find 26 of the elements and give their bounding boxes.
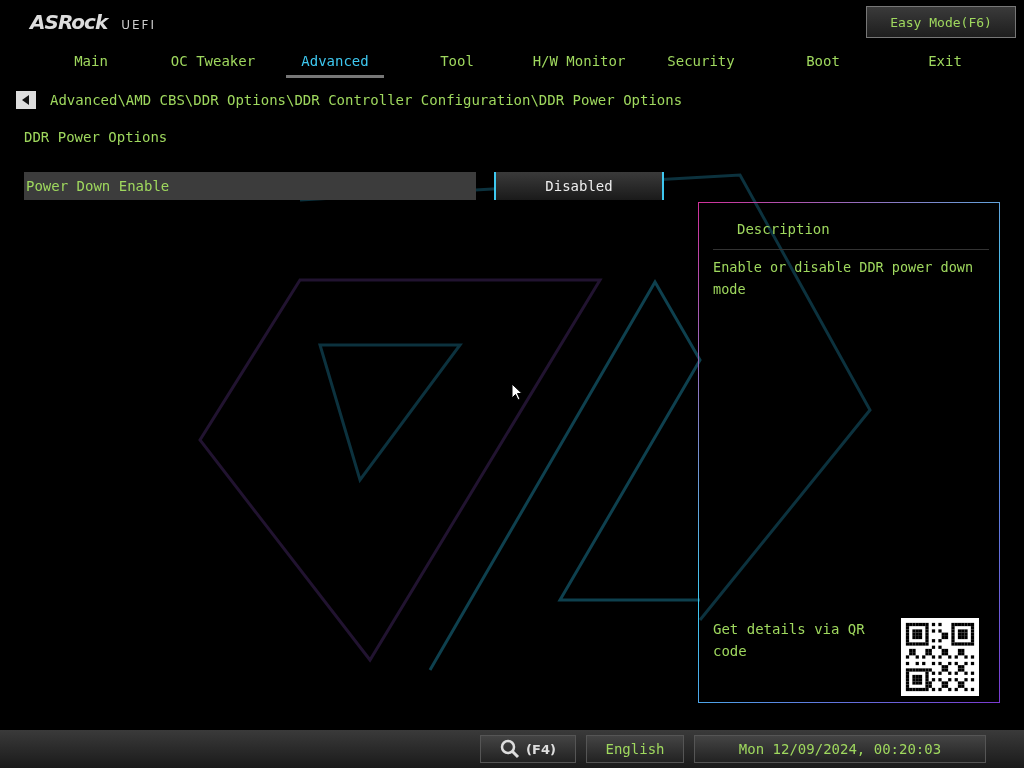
mouse-pointer-icon [511, 383, 523, 401]
product-label: UEFI [121, 18, 156, 32]
description-title: Description [713, 203, 989, 250]
menu-tab[interactable]: Security [652, 46, 750, 78]
search-button[interactable]: (F4) [480, 735, 576, 763]
back-button[interactable] [16, 91, 36, 109]
qr-code-icon [901, 618, 979, 696]
option-label[interactable]: Power Down Enable [24, 172, 476, 200]
search-icon [500, 739, 521, 759]
menu-tab[interactable]: Tool [408, 46, 506, 78]
back-arrow-icon [22, 95, 30, 105]
page-title: DDR Power Options [23, 128, 169, 147]
option-value-button[interactable]: Disabled [494, 172, 664, 200]
menu-tab[interactable]: Exit [896, 46, 994, 78]
brand-logo: ASRock [30, 10, 108, 34]
qr-hint-text: Get details via QR code [713, 620, 866, 661]
menu-tab[interactable]: Main [42, 46, 140, 78]
date-time-display: Mon 12/09/2024, 00:20:03 [694, 735, 986, 763]
menu-tab[interactable]: Boot [774, 46, 872, 78]
breadcrumb-path: Advanced\AMD CBS\DDR Options\DDR Controller Configuration\DDR Power Options [50, 92, 683, 108]
easy-mode-button[interactable]: Easy Mode(F6) [866, 6, 1016, 38]
menu-tab[interactable]: Advanced [286, 46, 384, 78]
menu-tab[interactable]: H/W Monitor [530, 46, 628, 78]
menu-tab[interactable]: OC Tweaker [164, 46, 262, 78]
description-text: Enable or disable DDR power down mode [713, 258, 975, 299]
language-button[interactable]: English [586, 735, 684, 763]
